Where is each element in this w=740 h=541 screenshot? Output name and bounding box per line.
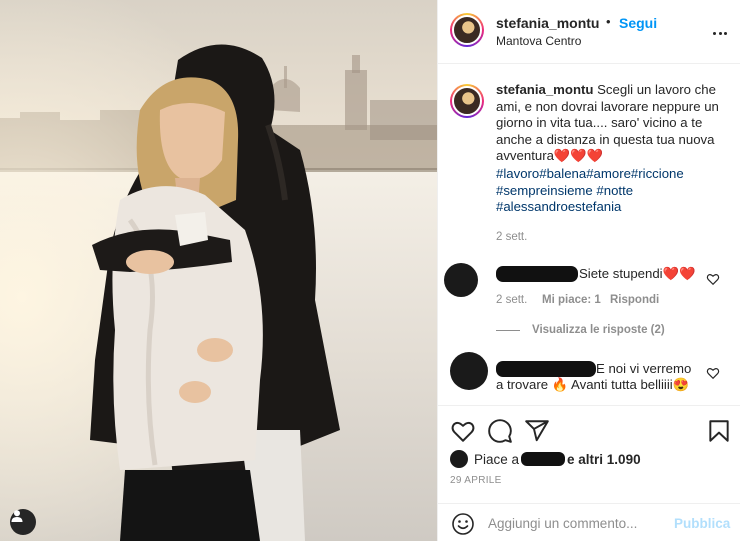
- replies-divider: [496, 329, 520, 331]
- view-replies-label: Visualizza le risposte (2): [532, 324, 665, 336]
- author-username[interactable]: stefania_montu: [496, 15, 599, 31]
- bookmark-icon[interactable]: [706, 418, 732, 444]
- more-icon: [712, 23, 728, 38]
- comment-icon[interactable]: [487, 418, 513, 444]
- caption-author-username[interactable]: stefania_montu: [496, 82, 593, 97]
- redacted-username: [496, 361, 596, 377]
- share-icon[interactable]: [524, 418, 550, 444]
- publish-button[interactable]: Pubblica: [674, 516, 730, 531]
- comment-like-heart-icon[interactable]: [706, 272, 720, 286]
- user-tag-icon: [11, 510, 23, 522]
- emoji-icon[interactable]: [451, 512, 475, 536]
- likes-summary[interactable]: Piace a e altri 1.090: [450, 450, 641, 468]
- hashtag-link[interactable]: #sempreinsieme: [496, 183, 593, 198]
- hashtag-link[interactable]: #lavoro: [496, 166, 539, 181]
- redacted-username: [496, 266, 578, 282]
- redacted-liker-username: [521, 452, 566, 466]
- separator-dot: •: [606, 14, 611, 29]
- comment-avatar[interactable]: [450, 352, 488, 390]
- user-tag-button[interactable]: [10, 509, 36, 535]
- comment-likes-count[interactable]: Mi piace: 1: [542, 294, 601, 306]
- comment-text-line1: E noi vi verremo: [596, 361, 692, 376]
- likes-prefix: Piace a: [474, 451, 520, 467]
- comment-text-line2: a trovare 🔥 Avanti tutta belliiii😍: [496, 377, 690, 392]
- post-header: stefania_montu • Segui Mantova Centro: [438, 0, 740, 64]
- comment-text: Siete stupendi❤️❤️: [579, 266, 696, 281]
- post-date[interactable]: 29 APRILE: [450, 475, 502, 486]
- comment-like-heart-icon[interactable]: [706, 366, 720, 380]
- heart-icon[interactable]: [450, 418, 476, 444]
- liker-avatar: [450, 450, 468, 468]
- couple-photo-illustration: [0, 0, 437, 541]
- comment-input[interactable]: [488, 511, 668, 535]
- post-caption: stefania_montu Scegli un lavoro che ami,…: [496, 82, 728, 165]
- view-replies-button[interactable]: Visualizza le risposte (2): [496, 324, 665, 336]
- comment-timestamp[interactable]: 2 sett.: [496, 294, 527, 306]
- caption-author-avatar[interactable]: [450, 84, 484, 118]
- hashtag-link[interactable]: #notte: [596, 183, 633, 198]
- follow-button[interactable]: Segui: [619, 15, 657, 31]
- comment-avatar[interactable]: [444, 263, 478, 297]
- caption-hashtags: #lavoro#balena#amore#riccione #sempreins…: [496, 166, 728, 216]
- hashtag-link[interactable]: #amore: [586, 166, 631, 181]
- hashtag-link[interactable]: #balena: [539, 166, 586, 181]
- hashtag-link[interactable]: #alessandroestefania: [496, 199, 621, 214]
- caption-timestamp[interactable]: 2 sett.: [496, 231, 527, 243]
- add-comment-form: Pubblica: [438, 503, 740, 541]
- location-link[interactable]: Mantova Centro: [496, 34, 581, 48]
- post-details-panel: stefania_montu • Segui Mantova Centro st…: [437, 0, 740, 541]
- comment-reply-button[interactable]: Rispondi: [610, 294, 659, 306]
- author-avatar[interactable]: [450, 13, 484, 47]
- post-photo[interactable]: [0, 0, 437, 541]
- post-actions: Piace a e altri 1.090 29 APRILE Pubblica: [438, 405, 740, 541]
- likes-suffix[interactable]: e altri 1.090: [567, 452, 641, 467]
- hashtag-link[interactable]: #riccione: [631, 166, 684, 181]
- more-options-button[interactable]: [710, 20, 730, 40]
